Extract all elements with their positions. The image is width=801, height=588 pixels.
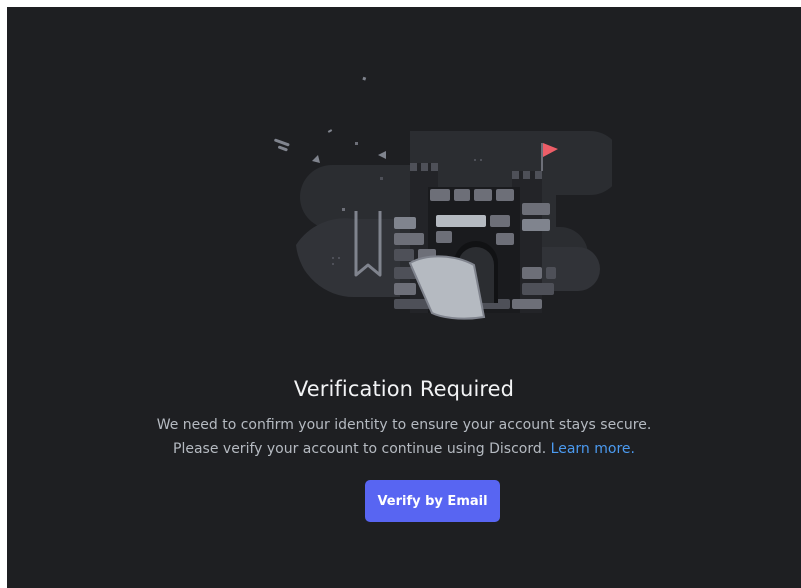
verify-by-email-button[interactable]: Verify by Email [365,480,500,522]
description-line-1: We need to confirm your identity to ensu… [156,417,652,433]
description-line-2-text: Please verify your account to continue u… [173,441,547,457]
page-title: Verification Required [293,377,515,401]
verification-screen: Verification Required We need to confirm… [7,7,801,588]
learn-more-link[interactable]: Learn more. [551,441,635,457]
castle-illustration [274,76,612,320]
verification-message: Verification Required We need to confirm… [7,375,801,461]
description-line-2: Please verify your account to continue u… [7,437,801,461]
